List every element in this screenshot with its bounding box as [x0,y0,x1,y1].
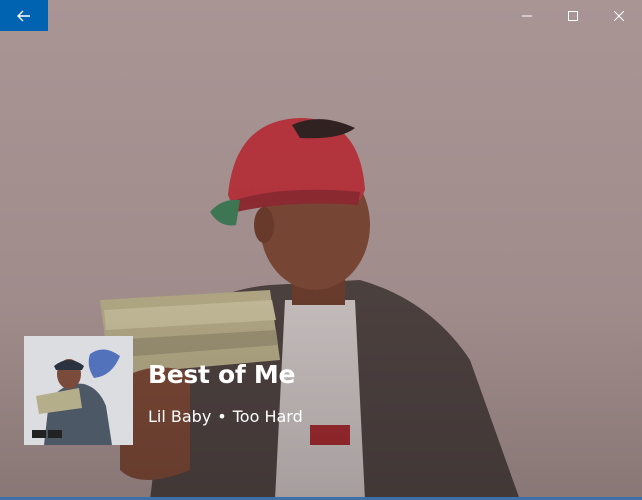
album-art[interactable] [24,336,133,445]
album-art-image [24,336,133,445]
song-title: Best of Me [148,360,296,389]
minimize-button[interactable] [504,0,550,31]
song-subtitle: Lil Baby • Too Hard [148,407,303,426]
maximize-button[interactable] [550,0,596,31]
maximize-icon [568,10,578,21]
minimize-icon [522,15,532,16]
album-link[interactable]: Too Hard [233,407,303,426]
back-button[interactable] [0,0,48,31]
arrow-left-icon [17,10,30,21]
window-caption-buttons [504,0,642,31]
close-button[interactable] [596,0,642,31]
artist-link[interactable]: Lil Baby [148,407,211,426]
close-icon [614,10,624,21]
meta-separator: • [217,407,227,426]
app-window: Best of Me Lil Baby • Too Hard [0,0,642,500]
